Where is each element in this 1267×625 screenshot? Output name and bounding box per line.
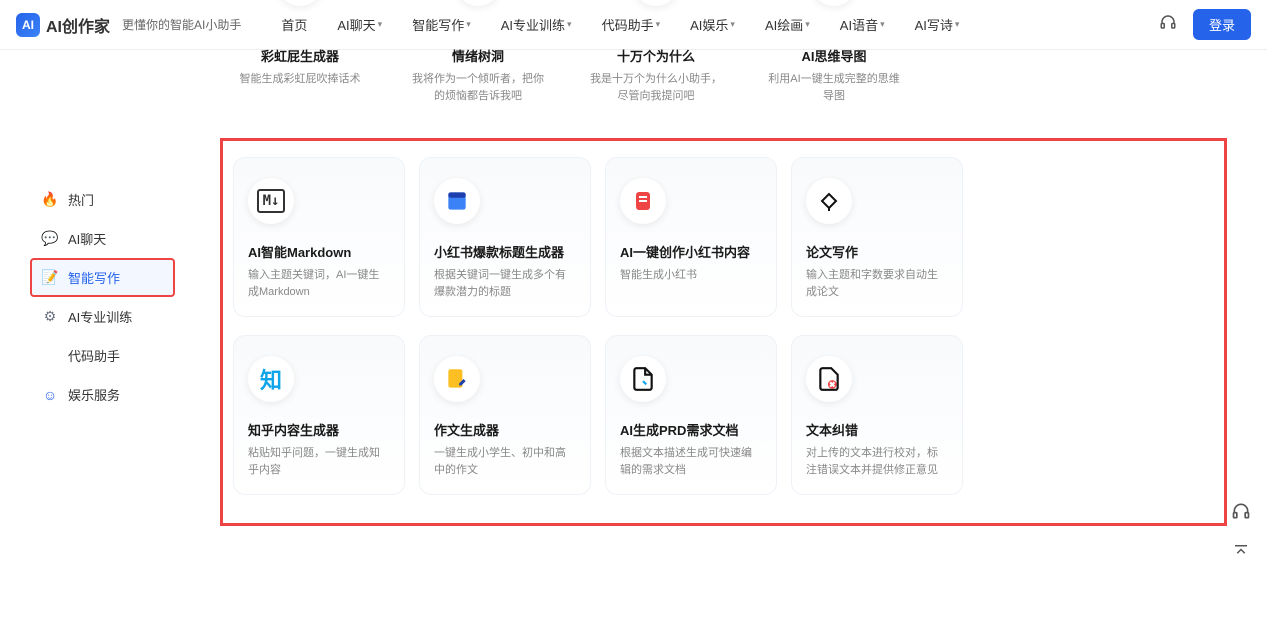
- card-title: 文本纠错: [806, 420, 948, 439]
- support-icon[interactable]: [1227, 497, 1255, 525]
- card-desc: 对上传的文本进行校对，标注错误文本并提供修正意见: [806, 445, 948, 478]
- grid-card-1-1[interactable]: 作文生成器一键生成小学生、初中和高中的作文: [419, 335, 591, 495]
- sidebar-icon: 🔥: [42, 192, 58, 208]
- sidebar-icon: ☺: [42, 387, 58, 403]
- card-title: AI生成PRD需求文档: [620, 420, 762, 439]
- card-icon: 🕳: [455, 0, 501, 6]
- grid-card-1-0[interactable]: 知知乎内容生成器粘贴知乎问题，一键生成知乎内容: [233, 335, 405, 495]
- card-title: AI一键创作小红书内容: [620, 242, 762, 261]
- card-desc: 一键生成小学生、初中和高中的作文: [434, 445, 576, 478]
- sidebar-label: 代码助手: [68, 346, 120, 365]
- card-title: AI思维导图: [768, 46, 900, 65]
- top-card-3[interactable]: 🧠 AI思维导图利用AI一键生成完整的思维导图: [754, 0, 914, 120]
- card-desc: 智能生成彩虹屁吹捧话术: [234, 71, 366, 88]
- grid-card-0-3[interactable]: 论文写作输入主题和字数要求自动生成论文: [791, 157, 963, 317]
- card-title: 知乎内容生成器: [248, 420, 390, 439]
- scroll-top-icon[interactable]: [1227, 537, 1255, 565]
- card-desc: 利用AI一键生成完整的思维导图: [768, 71, 900, 104]
- logo-text: AI创作家: [46, 13, 110, 37]
- logo[interactable]: AI AI创作家: [16, 13, 110, 37]
- cards-highlight-box: M↓ AI智能Markdown 输入主题关键词，AI一键生成Markdown 小红书爆…: [220, 138, 1227, 526]
- sidebar-label: 娱乐服务: [68, 385, 120, 404]
- card-title: 十万个为什么: [590, 46, 722, 65]
- top-card-0[interactable]: 🌈 彩虹屁生成器智能生成彩虹屁吹捧话术: [220, 0, 380, 120]
- card-icon: [620, 178, 666, 224]
- content: 🌈彩虹屁生成器智能生成彩虹屁吹捧话术🕳情绪树洞我将作为一个倾听者，把你的烦恼都告…: [200, 50, 1267, 526]
- grid-card-1-2[interactable]: AI生成PRD需求文档根据文本描述生成可快速编辑的需求文档: [605, 335, 777, 495]
- card-title: 小红书爆款标题生成器: [434, 242, 576, 261]
- sidebar-item-0[interactable]: 🔥 热门: [30, 180, 175, 219]
- sidebar-icon: 📝: [42, 270, 58, 286]
- card-icon: 🧠: [811, 0, 857, 6]
- top-card-2[interactable]: ❓ 十万个为什么我是十万个为什么小助手，尽管向我提问吧: [576, 0, 736, 120]
- card-desc: 智能生成小红书: [620, 267, 762, 284]
- card-icon: ❓: [633, 0, 679, 6]
- sidebar-item-3[interactable]: ⚙ AI专业训练: [30, 297, 175, 336]
- card-icon: [806, 356, 852, 402]
- sidebar-label: 智能写作: [68, 268, 120, 287]
- main: 🔥 热门 💬 AI聊天 📝 智能写作 ⚙ AI专业训练代码助手 ☺ 娱乐服务 🌈彩虹屁生成器智能生…: [0, 50, 1267, 526]
- float-icons: [1227, 497, 1255, 565]
- sidebar-icon: 💬: [42, 231, 58, 247]
- sidebar-item-4[interactable]: 代码助手: [30, 336, 175, 375]
- logo-icon: AI: [16, 13, 40, 37]
- card-desc: 根据关键词一键生成多个有爆款潜力的标题: [434, 267, 576, 300]
- grid-row-0: M↓ AI智能Markdown 输入主题关键词，AI一键生成Markdown 小红书爆…: [233, 157, 1214, 317]
- card-desc: 输入主题关键词，AI一键生成Markdown: [248, 267, 390, 300]
- sidebar-item-5[interactable]: ☺ 娱乐服务: [30, 375, 175, 414]
- sidebar: 🔥 热门 💬 AI聊天 📝 智能写作 ⚙ AI专业训练代码助手 ☺ 娱乐服务: [0, 50, 200, 526]
- card-title: AI智能Markdown: [248, 242, 390, 261]
- card-icon: [434, 356, 480, 402]
- grid-card-0-0[interactable]: M↓ AI智能Markdown 输入主题关键词，AI一键生成Markdown: [233, 157, 405, 317]
- card-title: 彩虹屁生成器: [234, 46, 366, 65]
- card-title: 情绪树洞: [412, 46, 544, 65]
- sidebar-icon: [42, 348, 58, 364]
- card-desc: 根据文本描述生成可快速编辑的需求文档: [620, 445, 762, 478]
- card-title: 论文写作: [806, 242, 948, 261]
- card-title: 作文生成器: [434, 420, 576, 439]
- card-desc: 我将作为一个倾听者，把你的烦恼都告诉我吧: [412, 71, 544, 104]
- sidebar-icon: ⚙: [42, 309, 58, 325]
- card-icon: [434, 178, 480, 224]
- card-icon: M↓: [248, 178, 294, 224]
- card-icon: [806, 178, 852, 224]
- card-icon: 知: [248, 356, 294, 402]
- top-cards-row: 🌈 彩虹屁生成器智能生成彩虹屁吹捧话术 🕳 情绪树洞我将作为一个倾听者，把你的烦恼都告…: [220, 0, 1227, 120]
- sidebar-label: AI聊天: [68, 229, 106, 248]
- sidebar-item-1[interactable]: 💬 AI聊天: [30, 219, 175, 258]
- sidebar-label: 热门: [68, 190, 94, 209]
- grid-row-1: 知知乎内容生成器粘贴知乎问题，一键生成知乎内容作文生成器一键生成小学生、初中和高…: [233, 335, 1214, 495]
- sidebar-item-2[interactable]: 📝 智能写作: [30, 258, 175, 297]
- grid-card-1-3[interactable]: 文本纠错对上传的文本进行校对，标注错误文本并提供修正意见: [791, 335, 963, 495]
- card-icon: 🌈: [277, 0, 323, 6]
- sidebar-label: AI专业训练: [68, 307, 132, 326]
- grid-card-0-2[interactable]: AI一键创作小红书内容智能生成小红书: [605, 157, 777, 317]
- card-desc: 粘贴知乎问题，一键生成知乎内容: [248, 445, 390, 478]
- card-desc: 我是十万个为什么小助手，尽管向我提问吧: [590, 71, 722, 104]
- grid-card-0-1[interactable]: 小红书爆款标题生成器根据关键词一键生成多个有爆款潜力的标题: [419, 157, 591, 317]
- card-desc: 输入主题和字数要求自动生成论文: [806, 267, 948, 300]
- top-card-1[interactable]: 🕳 情绪树洞我将作为一个倾听者，把你的烦恼都告诉我吧: [398, 0, 558, 120]
- card-icon: [620, 356, 666, 402]
